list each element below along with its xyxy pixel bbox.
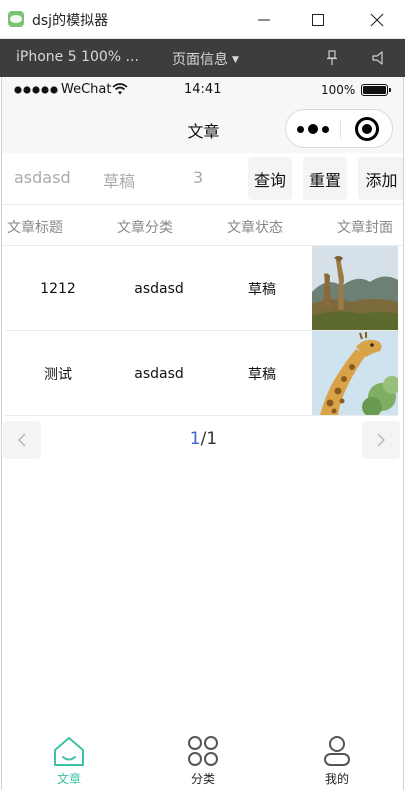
reset-button[interactable]: 重置 [303, 157, 347, 200]
window-titlebar: dsj的模拟器 [0, 0, 405, 39]
exit-mini-program-icon[interactable] [355, 117, 379, 141]
user-icon [324, 736, 350, 766]
capsule-divider [340, 120, 341, 139]
page-info-label: 页面信息 [172, 52, 228, 68]
mini-program-capsule [285, 109, 393, 148]
app-logo-icon [8, 11, 24, 27]
tab-label: 我的 [324, 772, 349, 786]
status-time: 14:41 [184, 82, 222, 97]
column-header-title: 文章标题 [7, 220, 63, 236]
simulator-toolbar: iPhone 5 100% ... 页面信息 ▼ [0, 39, 405, 77]
phone-screen: WeChat 14:41 100% 文章 asdasd 草稿 3 查询 重置 添… [1, 77, 404, 790]
carrier-label: WeChat [61, 82, 112, 97]
battery-icon [361, 84, 391, 96]
cover-image[interactable] [312, 331, 398, 415]
cell-status: 草稿 [248, 366, 276, 383]
close-icon [370, 13, 384, 26]
tab-label: 文章 [56, 772, 81, 786]
minimize-icon [258, 19, 270, 20]
total-pages: 1 [206, 429, 218, 449]
cover-image[interactable] [312, 246, 398, 330]
chevron-right-icon [377, 433, 385, 447]
add-button[interactable]: 添加 [358, 157, 403, 200]
device-selector[interactable]: iPhone 5 100% ... [16, 49, 139, 65]
maximize-button[interactable] [291, 0, 345, 39]
pin-icon[interactable] [325, 50, 339, 66]
column-header-status: 文章状态 [227, 220, 283, 236]
table-row[interactable]: 1212 asdasd 草稿 [5, 246, 398, 331]
column-header-cover: 文章封面 [337, 220, 393, 236]
cell-title: 1212 [40, 280, 76, 297]
signal-strength-icon [14, 86, 58, 94]
landscape-giraffe-image [312, 246, 398, 330]
cell-status: 草稿 [248, 281, 276, 298]
page-info-dropdown[interactable]: 页面信息 ▼ [172, 49, 239, 69]
table-row[interactable]: 测试 asdasd 草稿 [5, 331, 398, 416]
table-header: 文章标题 文章分类 文章状态 文章封面 [2, 205, 403, 246]
caret-down-icon: ▼ [232, 55, 239, 65]
tab-categories[interactable]: 分类 [136, 730, 270, 790]
window-title: dsj的模拟器 [32, 13, 109, 29]
minimize-button[interactable] [237, 0, 291, 39]
pagination: 1/1 [2, 417, 403, 467]
more-options-icon[interactable] [296, 119, 332, 139]
battery-percent: 100% [321, 83, 356, 97]
tab-label: 分类 [190, 772, 215, 786]
speaker-icon[interactable] [371, 50, 387, 66]
close-button[interactable] [350, 0, 404, 39]
wifi-icon [112, 83, 128, 95]
navigation-bar: 文章 [2, 103, 403, 153]
page-indicator: 1/1 [2, 429, 403, 449]
cell-title: 测试 [44, 366, 72, 383]
category-filter[interactable]: asdasd [14, 168, 71, 187]
cell-category: asdasd [134, 280, 184, 297]
home-icon [54, 737, 84, 766]
tab-mine[interactable]: 我的 [270, 730, 403, 790]
tab-articles[interactable]: 文章 [2, 730, 136, 790]
cell-category: asdasd [134, 365, 184, 382]
status-filter[interactable]: 草稿 [103, 168, 135, 192]
query-button[interactable]: 查询 [248, 157, 292, 200]
filter-bar: asdasd 草稿 3 查询 重置 添加 [2, 153, 403, 205]
status-bar: WeChat 14:41 100% [2, 77, 403, 103]
column-header-category: 文章分类 [117, 220, 173, 236]
current-page: 1 [189, 429, 201, 449]
tab-bar: 文章 分类 我的 [2, 730, 403, 790]
next-page-button[interactable] [362, 421, 400, 459]
count-filter[interactable]: 3 [193, 168, 203, 187]
grid-icon [188, 736, 218, 766]
maximize-icon [312, 13, 324, 26]
giraffe-closeup-image [312, 331, 398, 415]
